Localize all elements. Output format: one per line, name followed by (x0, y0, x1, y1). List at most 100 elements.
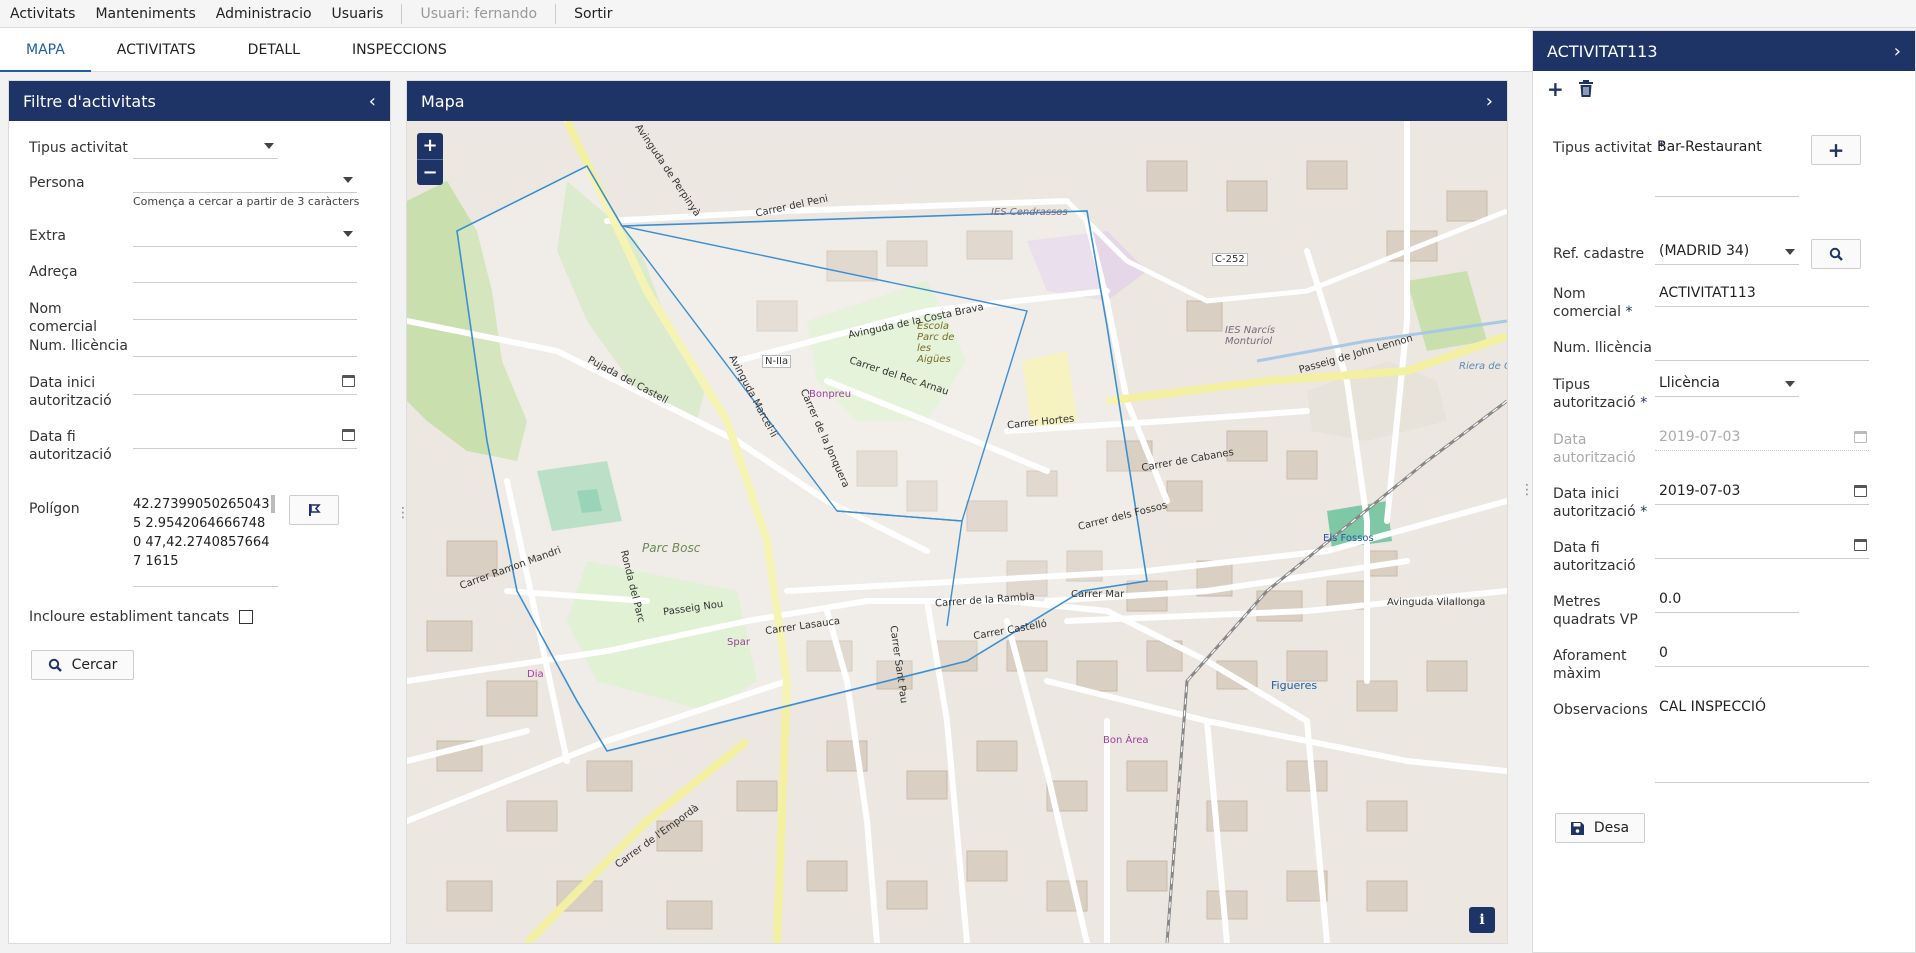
filter-adreca-input[interactable] (133, 257, 357, 283)
filter-extra-select[interactable] (133, 221, 357, 247)
detail-cadastre-select[interactable]: (MADRID 34) (1655, 239, 1799, 265)
detail-metres-label: Metres quadrats VP (1553, 594, 1638, 628)
detail-llicencia-input[interactable] (1655, 335, 1869, 361)
collapse-left-icon[interactable]: ‹ (369, 91, 376, 112)
chevron-down-icon (343, 177, 353, 183)
tab-detall[interactable]: DETALL (222, 28, 326, 72)
filter-title: Filtre d'activitats (23, 91, 156, 111)
filter-persona-hint: Comença a cercar a partir de 3 caràcters (133, 195, 360, 208)
filter-adreca-label: Adreça (29, 264, 78, 280)
filter-llicencia-label: Num. llicència (29, 338, 128, 354)
detail-observacions-label: Observacions (1553, 702, 1648, 718)
filter-poligon-row: Polígon (29, 500, 133, 518)
map-label-vilallonga: Avinguda Vilallonga (1387, 597, 1486, 608)
detail-aforament-input[interactable]: 0 (1655, 641, 1869, 667)
detail-data-aut-label: Data autorització (1553, 432, 1636, 466)
save-icon (1570, 821, 1584, 835)
detail-data-fi-input[interactable] (1655, 533, 1869, 559)
add-icon[interactable]: + (1547, 77, 1564, 101)
map-label-mar: Carrer Mar (1071, 589, 1125, 600)
tab-mapa[interactable]: MAPA (0, 28, 91, 72)
map-panel: Mapa › Parc Bosc Bonpreu Escola Parc de … (406, 80, 1508, 944)
draw-polygon-button[interactable] (289, 495, 339, 525)
detail-nom-row: Nom comercial * (1553, 285, 1649, 321)
menu-divider (401, 3, 403, 24)
detail-data-inici-input[interactable]: 2019-07-03 (1655, 479, 1869, 505)
zoom-in-button[interactable]: + (417, 133, 443, 159)
filter-data-inici-row: Data inici autorització (29, 374, 133, 410)
map-canvas[interactable]: Parc Bosc Bonpreu Escola Parc de les Aig… (407, 121, 1507, 943)
filter-llicencia-row: Num. llicència (29, 337, 133, 355)
filter-tipus-label: Tipus activitat (29, 140, 128, 156)
detail-data-inici-required: * (1640, 504, 1648, 520)
detail-tipus-aut-row: Tipus autorització * (1553, 376, 1649, 412)
zoom-out-button[interactable]: − (417, 159, 443, 185)
chevron-down-icon (264, 143, 274, 149)
filter-nom-input[interactable] (133, 294, 357, 320)
detail-nom-label: Nom comercial * (1553, 285, 1649, 321)
detail-metres-input[interactable]: 0.0 (1655, 587, 1799, 613)
filter-tipus-row: Tipus activitat (29, 139, 139, 157)
menu-activitats[interactable]: Activitats (0, 6, 85, 22)
trash-icon[interactable] (1578, 80, 1594, 98)
detail-nom-input[interactable]: ACTIVITAT113 (1655, 281, 1869, 307)
detail-tipus-aut-select[interactable]: Llicència (1655, 371, 1799, 397)
detail-tipus-row: Tipus activitat * (1553, 139, 1665, 157)
map-label-c252: C-252 (1212, 253, 1248, 266)
detail-data-inici-label-text: Data inici autorització (1553, 486, 1636, 520)
collapse-right-icon[interactable]: › (1894, 41, 1901, 62)
map-info-button[interactable]: i (1469, 907, 1495, 933)
detail-cadastre-row: Ref. cadastre (1553, 245, 1657, 263)
map-label-ies-cendrassos: IES Cendrassos (991, 207, 1068, 218)
filter-data-fi-label: Data fi autorització (29, 429, 112, 463)
detail-data-inici-row: Data inici autorització * (1553, 485, 1649, 521)
filter-data-inici-label: Data inici autorització (29, 375, 112, 409)
detail-tipus-aut-required: * (1640, 395, 1648, 411)
detail-data-aut-value: 2019-07-03 (1659, 429, 1741, 445)
calendar-icon[interactable] (342, 375, 355, 387)
cercar-button[interactable]: Cercar (31, 650, 134, 680)
filter-poligon-label: Polígon (29, 501, 80, 517)
textarea-scrollbar[interactable] (271, 495, 275, 513)
plus-icon: + (1827, 138, 1845, 162)
tab-inspeccions[interactable]: INSPECCIONS (326, 28, 473, 72)
desa-button[interactable]: Desa (1555, 813, 1645, 843)
calendar-icon (1854, 431, 1867, 443)
map-panel-header: Mapa › (407, 81, 1507, 121)
filter-tancats-row: Incloure establiment tancats (29, 609, 254, 625)
filter-nom-row: Nom comercial (29, 300, 133, 336)
detail-tipus-input[interactable] (1655, 171, 1799, 197)
detail-metres-value: 0.0 (1659, 591, 1682, 607)
calendar-icon[interactable] (1854, 539, 1867, 551)
calendar-icon[interactable] (342, 429, 355, 441)
filter-panel-header: Filtre d'activitats ‹ (9, 81, 390, 121)
filter-data-inici-input[interactable] (133, 369, 357, 395)
menu-divider (555, 3, 557, 24)
filter-data-fi-row: Data fi autorització (29, 428, 133, 464)
map-label-escola: Escola Parc de les Aigües (917, 321, 955, 365)
tab-bar: MAPA ACTIVITATS DETALL INSPECCIONS (0, 28, 1532, 72)
filter-data-fi-input[interactable] (133, 423, 357, 449)
menu-sortir[interactable]: Sortir (564, 6, 622, 22)
menu-usuaris[interactable]: Usuaris (322, 6, 394, 22)
map-label-bonpreu: Bonpreu (809, 389, 852, 400)
calendar-icon[interactable] (1854, 485, 1867, 497)
menu-manteniments[interactable]: Manteniments (85, 6, 205, 22)
add-tipus-button[interactable]: + (1811, 135, 1861, 165)
filter-tancats-checkbox[interactable] (239, 610, 254, 624)
expand-right-icon[interactable]: › (1486, 91, 1493, 112)
detail-observacions-row: Observacions (1553, 701, 1657, 719)
filter-tipus-select[interactable] (133, 133, 278, 159)
menu-administracio[interactable]: Administracio (206, 6, 322, 22)
search-cadastre-button[interactable] (1811, 239, 1861, 269)
filter-llicencia-input[interactable] (133, 331, 357, 357)
detail-observacions-textarea[interactable]: CAL INSPECCIÓ (1655, 697, 1869, 783)
filter-tancats-label: Incloure establiment tancats (29, 609, 230, 625)
filter-poligon-textarea[interactable]: 42.27399050265043 5 2.95420646667480 47,… (133, 495, 278, 587)
detail-aforament-row: Aforament màxim (1553, 647, 1633, 683)
tab-activitats[interactable]: ACTIVITATS (91, 28, 222, 72)
flag-icon (309, 504, 321, 516)
filter-persona-input[interactable] (133, 167, 357, 193)
map-label-spar: Spar (727, 637, 750, 648)
detail-nom-required: * (1625, 304, 1633, 320)
